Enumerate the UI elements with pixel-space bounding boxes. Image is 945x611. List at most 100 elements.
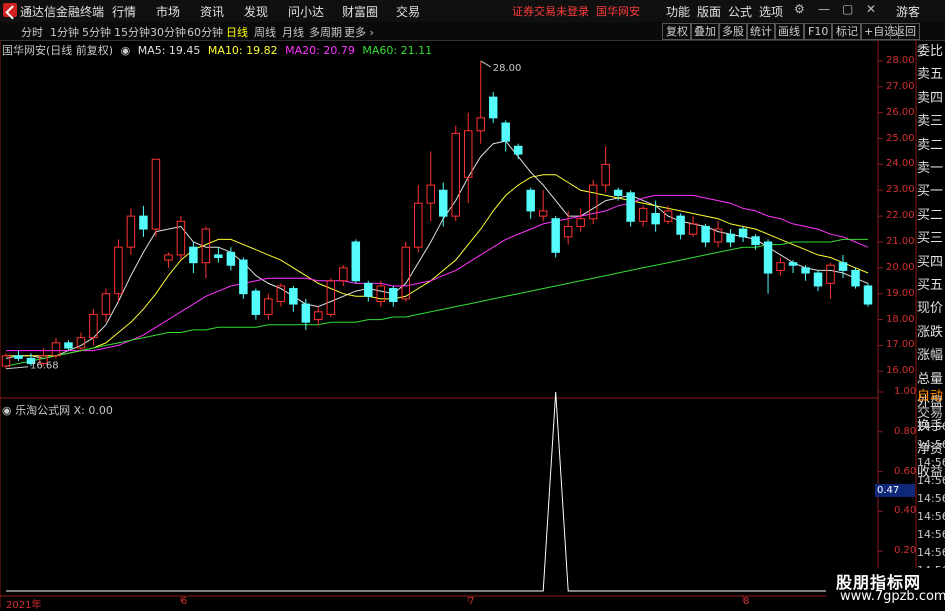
side-zhangdie[interactable]: 涨跌 bbox=[917, 321, 945, 344]
candle[interactable] bbox=[826, 262, 835, 299]
candle[interactable] bbox=[339, 265, 348, 286]
candle[interactable] bbox=[626, 190, 635, 227]
side-mai5[interactable]: 卖五 bbox=[917, 63, 945, 86]
candle[interactable] bbox=[389, 285, 398, 307]
candle[interactable] bbox=[838, 254, 848, 279]
candle[interactable] bbox=[576, 208, 585, 232]
candle[interactable] bbox=[713, 221, 723, 248]
candle[interactable] bbox=[226, 247, 236, 271]
candle[interactable] bbox=[813, 270, 823, 292]
candle[interactable] bbox=[326, 278, 336, 317]
price-tick-label: 23.00 bbox=[886, 184, 915, 196]
candle[interactable] bbox=[151, 158, 161, 237]
candle[interactable] bbox=[276, 283, 286, 307]
side-zhangfu[interactable]: 涨幅 bbox=[917, 344, 945, 367]
candle[interactable] bbox=[726, 229, 735, 248]
side-mai1[interactable]: 卖一 bbox=[917, 157, 945, 180]
side-buy4[interactable]: 买四 bbox=[917, 251, 945, 274]
trade-time: 14:56 bbox=[917, 510, 945, 523]
candle[interactable] bbox=[89, 309, 98, 346]
side-mai2[interactable]: 卖二 bbox=[917, 134, 945, 157]
trade-time: 14:56 bbox=[917, 492, 945, 505]
candle[interactable] bbox=[1, 353, 11, 369]
indicator-title[interactable]: ◉ 乐淘公式网 X: 0.00 bbox=[2, 402, 113, 418]
price-tick-label: 27.00 bbox=[886, 80, 915, 92]
candle[interactable] bbox=[101, 288, 111, 323]
candle[interactable] bbox=[438, 182, 448, 227]
candle[interactable] bbox=[738, 226, 748, 242]
candle[interactable] bbox=[601, 146, 610, 193]
candle[interactable] bbox=[513, 143, 523, 160]
candle[interactable] bbox=[401, 241, 411, 302]
candle[interactable] bbox=[364, 280, 373, 302]
side-mai4[interactable]: 卖四 bbox=[917, 87, 945, 110]
side-buy2[interactable]: 买二 bbox=[917, 204, 945, 227]
candle[interactable] bbox=[501, 120, 510, 152]
candle[interactable] bbox=[463, 112, 473, 204]
watermark-url: www.7gpzb.com bbox=[840, 589, 945, 604]
side-xianjia[interactable]: 现价 bbox=[917, 297, 945, 320]
candle[interactable] bbox=[538, 190, 548, 222]
side-buy1[interactable]: 买一 bbox=[917, 180, 945, 203]
trade-time: 14:56 bbox=[917, 546, 945, 559]
candle[interactable] bbox=[426, 151, 436, 222]
trade-label[interactable]: 交易 bbox=[917, 402, 943, 421]
candle[interactable] bbox=[776, 257, 785, 276]
candle[interactable] bbox=[139, 205, 148, 237]
price-tick-label: 18.00 bbox=[886, 313, 915, 325]
indicator-tick-label: 0.20 bbox=[894, 545, 917, 557]
candle[interactable] bbox=[126, 208, 136, 255]
candle[interactable] bbox=[763, 239, 773, 294]
price-tick-label: 16.00 bbox=[886, 365, 915, 377]
candle[interactable] bbox=[201, 226, 211, 279]
candle[interactable] bbox=[164, 252, 173, 268]
candle[interactable] bbox=[638, 205, 648, 227]
candle[interactable] bbox=[488, 91, 498, 124]
candle[interactable] bbox=[451, 125, 460, 222]
candle[interactable] bbox=[701, 223, 710, 248]
candle[interactable] bbox=[551, 216, 560, 258]
candle[interactable] bbox=[76, 332, 86, 351]
side-weibi[interactable]: 委比 bbox=[917, 40, 945, 63]
side-buy3[interactable]: 买三 bbox=[917, 227, 945, 250]
price-tick-label: 21.00 bbox=[886, 235, 915, 247]
candle[interactable] bbox=[351, 239, 361, 284]
candle[interactable] bbox=[863, 283, 873, 307]
candle[interactable] bbox=[376, 280, 386, 307]
price-tick-label: 25.00 bbox=[886, 132, 915, 144]
indicator-x-line bbox=[6, 391, 868, 592]
indicator-tick-label: 0.40 bbox=[894, 505, 917, 517]
price-tick-label: 19.00 bbox=[886, 287, 915, 299]
candle[interactable] bbox=[289, 285, 298, 312]
trade-time: 14:56 bbox=[917, 474, 945, 487]
price-tick-label: 26.00 bbox=[886, 106, 915, 118]
candle[interactable] bbox=[251, 288, 261, 320]
watermark: 股朋指标网 www.7gpzb.com bbox=[826, 568, 945, 609]
candle[interactable] bbox=[414, 185, 423, 253]
indicator-settings-icon[interactable]: ◉ bbox=[2, 404, 12, 417]
candle[interactable] bbox=[851, 267, 860, 289]
candle[interactable] bbox=[214, 247, 223, 263]
candle[interactable] bbox=[676, 213, 685, 240]
candle[interactable] bbox=[176, 216, 186, 261]
candle[interactable] bbox=[14, 350, 23, 361]
candle[interactable] bbox=[526, 187, 535, 219]
candle[interactable] bbox=[189, 241, 198, 274]
trade-time: 14:56 bbox=[917, 438, 945, 451]
candle[interactable] bbox=[788, 260, 798, 274]
candle[interactable] bbox=[588, 179, 598, 224]
side-mai3[interactable]: 卖三 bbox=[917, 110, 945, 133]
side-buy5[interactable]: 买五 bbox=[917, 274, 945, 297]
candle[interactable] bbox=[239, 257, 248, 299]
date-tick-label: 7 bbox=[468, 596, 475, 607]
candle[interactable] bbox=[114, 239, 123, 302]
candle[interactable] bbox=[476, 60, 485, 144]
price-tick-label: 28.00 bbox=[886, 54, 915, 66]
candlestick-chart[interactable]: 28.00 16.68 bbox=[0, 0, 945, 609]
candle[interactable] bbox=[688, 216, 698, 237]
candle[interactable] bbox=[314, 306, 323, 325]
high-price-annotation: 28.00 bbox=[493, 63, 522, 74]
candle[interactable] bbox=[264, 293, 273, 320]
candle[interactable] bbox=[801, 265, 810, 281]
ma60-line bbox=[5, 238, 868, 367]
